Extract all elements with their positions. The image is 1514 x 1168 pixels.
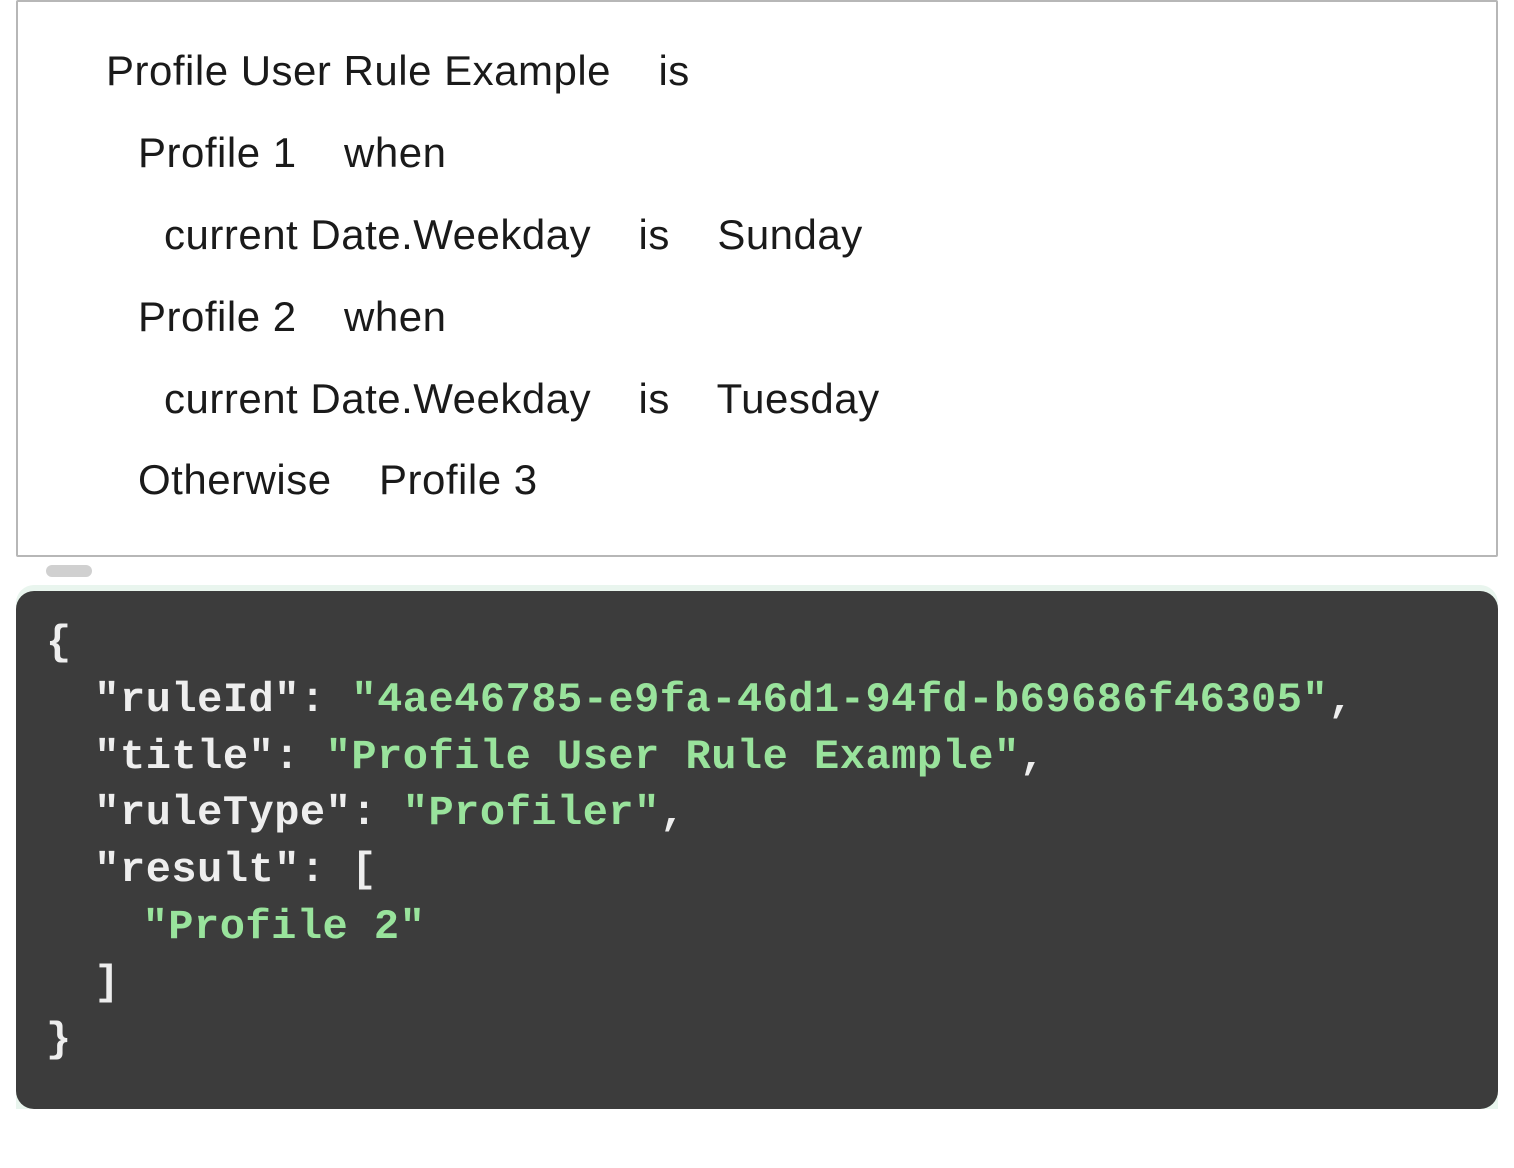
clause-label: Profile 2 [138,293,297,340]
json-brace-open: { [46,619,72,667]
rule-condition: current Date.Weekday is Sunday [164,194,1456,276]
condition-rhs: Sunday [717,211,862,258]
json-result-item: "Profile 2" [143,903,426,951]
json-key-result: "result" [94,846,300,894]
json-colon: : [300,846,351,894]
otherwise-value: Profile 3 [379,456,538,503]
condition-lhs: current Date.Weekday [164,211,591,258]
rule-is-keyword: is [658,47,689,94]
rule-otherwise-line: Otherwise Profile 3 [138,439,1456,521]
json-value-title: "Profile User Rule Example" [326,733,1020,781]
condition-op: is [639,375,670,422]
condition-op: is [639,211,670,258]
json-bracket-close: ] [94,959,120,1007]
json-comma: , [1328,676,1354,724]
condition-rhs: Tuesday [717,375,880,422]
condition-lhs: current Date.Weekday [164,375,591,422]
result-panel-wrap: { "ruleId": "4ae46785-e9fa-46d1-94fd-b69… [16,585,1498,1109]
rule-title: Profile User Rule Example [106,47,611,94]
clause-label: Profile 1 [138,129,297,176]
rule-condition: current Date.Weekday is Tuesday [164,358,1456,440]
rule-definition-panel: Profile User Rule Example is Profile 1 w… [16,0,1498,557]
when-keyword: when [344,293,446,340]
json-colon: : [351,789,402,837]
rule-clause: Profile 1 when [138,112,1456,194]
when-keyword: when [344,129,446,176]
panel-divider [16,557,1498,585]
otherwise-keyword: Otherwise [138,456,332,503]
json-value-ruletype: "Profiler" [403,789,660,837]
drag-handle-icon[interactable] [46,565,92,577]
json-value-ruleid: "4ae46785-e9fa-46d1-94fd-b69686f46305" [351,676,1328,724]
json-brace-close: } [46,1016,72,1064]
json-result-panel: { "ruleId": "4ae46785-e9fa-46d1-94fd-b69… [16,591,1498,1109]
json-key-title: "title" [94,733,274,781]
rule-clause: Profile 2 when [138,276,1456,358]
rule-header-line: Profile User Rule Example is [106,30,1456,112]
json-bracket-open: [ [351,846,377,894]
json-colon: : [274,733,325,781]
json-key-ruleid: "ruleId" [94,676,300,724]
json-colon: : [300,676,351,724]
json-comma: , [660,789,686,837]
page-root: Profile User Rule Example is Profile 1 w… [0,0,1514,1168]
json-comma: , [1020,733,1046,781]
json-key-ruletype: "ruleType" [94,789,351,837]
